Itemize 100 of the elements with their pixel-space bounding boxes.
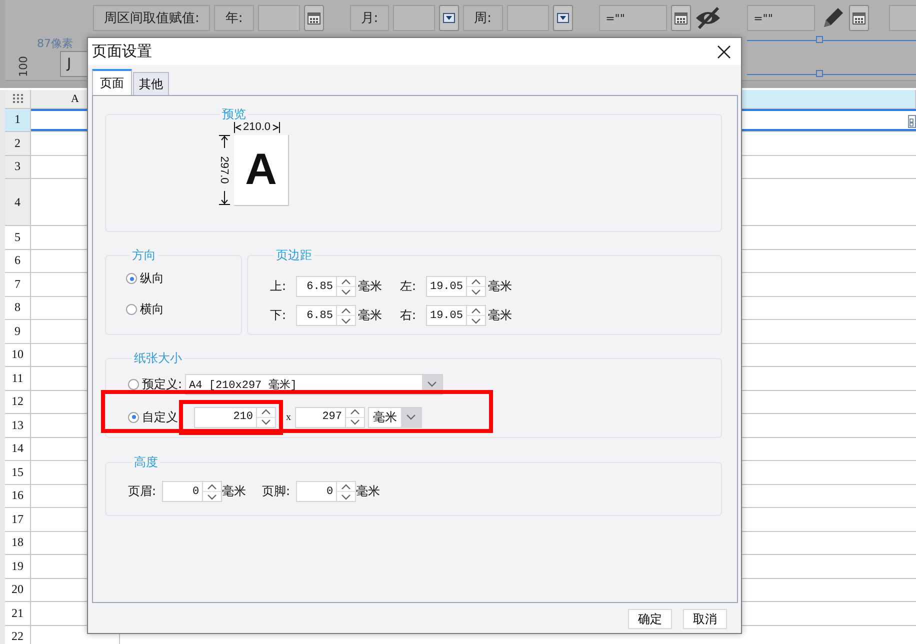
number-field[interactable]: 6.85	[296, 305, 336, 326]
chevron-up-icon	[341, 308, 351, 314]
radio-label: 预定义:	[142, 376, 182, 392]
number-field[interactable]: 210	[194, 406, 256, 428]
number-field[interactable]: 19.05	[426, 305, 466, 326]
radio-button[interactable]	[128, 412, 139, 422]
up-arrow-icon	[218, 135, 230, 149]
chevron-down-icon	[341, 318, 351, 324]
field-label: 上:	[270, 278, 288, 295]
field-label: 左:	[400, 278, 418, 295]
parameter-field[interactable]: =""	[598, 5, 667, 31]
close-icon	[717, 44, 731, 58]
chevron-up-icon	[261, 409, 271, 415]
radio-label: 纵向	[140, 270, 164, 287]
radio-button[interactable]	[128, 378, 139, 390]
row-header[interactable]: 4	[5, 179, 31, 225]
height-label: 297.0	[218, 156, 230, 184]
number-field[interactable]: 6.85	[296, 276, 336, 297]
size-label: 87像素	[37, 36, 73, 51]
group-title: 预览	[221, 106, 247, 122]
chevron-up-icon	[471, 308, 481, 314]
group-title: 高度	[133, 454, 159, 471]
field-label: 右:	[400, 307, 418, 324]
grid-dots-icon	[12, 94, 22, 104]
separator-label: x	[286, 412, 291, 422]
tab[interactable]: 页面	[92, 69, 132, 95]
calendar-icon	[852, 11, 866, 25]
dropdown-button[interactable]	[552, 5, 573, 31]
parameter-field[interactable]: =""	[746, 5, 815, 31]
chevron-down-icon	[471, 288, 481, 294]
chevron-down-icon	[341, 494, 352, 500]
spin-down-button[interactable]	[337, 315, 355, 325]
parameter-label: 周区间取值赋值:	[93, 5, 210, 31]
left-arrow-icon	[234, 122, 242, 132]
number-field[interactable]: 19.05	[426, 276, 466, 297]
radio-button[interactable]	[126, 304, 137, 315]
dialog-button[interactable]: 确定	[628, 609, 672, 629]
spin-down-button[interactable]	[346, 416, 364, 426]
number-field[interactable]: 0	[296, 481, 336, 502]
parameter-label: 年:	[214, 5, 254, 31]
resize-handle[interactable]	[816, 70, 823, 77]
unit-label: 毫米	[488, 278, 513, 295]
tab[interactable]: 其他	[133, 72, 169, 95]
parameter-label: 周:	[463, 5, 503, 31]
dialog-button[interactable]: 取消	[683, 609, 727, 629]
close-button[interactable]	[715, 42, 733, 60]
spin-down-button[interactable]	[337, 491, 356, 501]
unit-dropdown[interactable]: 毫米	[368, 406, 422, 428]
field-label: 页眉:	[128, 483, 156, 500]
chevron-down-icon	[406, 414, 416, 420]
calendar-icon	[306, 11, 321, 25]
spin-down-button[interactable]	[203, 491, 222, 501]
dropdown-value: A4 [210x297 毫米]	[189, 378, 297, 392]
number-field[interactable]: 0	[162, 481, 202, 502]
dropdown-value: 毫米	[373, 408, 397, 426]
field-label: 页脚:	[262, 483, 290, 500]
caret-down-icon	[443, 13, 456, 23]
unit-label: 毫米	[488, 307, 513, 324]
chevron-down-icon	[261, 419, 271, 425]
spin-down-button[interactable]	[467, 315, 485, 325]
row-header[interactable]: 3	[5, 156, 31, 178]
row-header[interactable]: 1	[5, 108, 31, 131]
resize-handle[interactable]	[816, 36, 823, 43]
radio-button[interactable]	[126, 273, 137, 284]
dropdown-button[interactable]	[439, 5, 460, 31]
chevron-up-icon	[341, 278, 351, 284]
spin-down-button[interactable]	[467, 286, 485, 296]
calendar-button[interactable]	[304, 5, 324, 31]
radio-label: 横向	[140, 301, 164, 318]
calendar-button[interactable]	[848, 5, 869, 31]
group-title: 纸张大小	[133, 350, 183, 367]
chevron-down-icon	[471, 318, 481, 324]
chevron-down-icon	[427, 381, 438, 387]
chevron-down-icon	[341, 288, 351, 294]
radio-label: 自定义	[142, 408, 178, 426]
spin-down-button[interactable]	[337, 286, 355, 296]
chevron-down-icon	[207, 494, 218, 500]
spin-down-button[interactable]	[257, 416, 275, 426]
chevron-up-icon	[341, 484, 352, 490]
down-arrow-icon	[218, 191, 230, 205]
chevron-up-icon	[471, 278, 481, 284]
ruler-mark: 100	[17, 56, 30, 77]
chevron-up-icon	[207, 484, 218, 490]
unit-label: 毫米	[358, 307, 383, 324]
calendar-icon	[674, 11, 688, 25]
unit-label: 毫米	[222, 483, 246, 500]
parameter-field[interactable]	[506, 5, 549, 31]
chevron-down-icon	[350, 419, 360, 425]
group-title: 页边距	[275, 247, 313, 264]
page-letter: A	[245, 148, 277, 192]
calendar-button[interactable]	[670, 5, 691, 31]
row-header[interactable]: 2	[5, 132, 31, 154]
group-title: 方向	[131, 247, 157, 264]
caret-down-icon	[556, 13, 569, 23]
field-label: 下:	[270, 307, 288, 324]
unit-label: 毫米	[358, 278, 383, 295]
parameter-label: 月:	[350, 5, 390, 31]
number-field[interactable]: 297	[295, 406, 345, 428]
parameter-field[interactable]	[258, 5, 300, 31]
parameter-field[interactable]	[393, 5, 436, 31]
